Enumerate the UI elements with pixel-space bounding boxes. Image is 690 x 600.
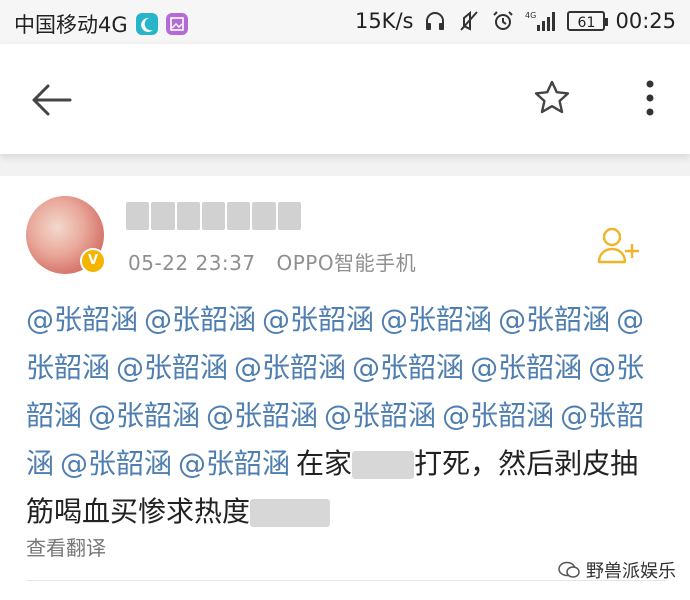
mention-link[interactable]: @张韶涵 — [116, 351, 228, 384]
mention-link[interactable]: @张韶涵 — [324, 399, 436, 432]
signal-label: 4G — [525, 11, 536, 20]
add-user-icon — [597, 227, 639, 264]
favorite-button[interactable] — [532, 78, 572, 118]
follow-button[interactable] — [596, 226, 640, 266]
watermark: 野兽派娱乐 — [558, 557, 676, 583]
redacted-text — [352, 451, 415, 479]
post-meta: 05-22 23:37 OPPO智能手机 — [128, 247, 416, 276]
moon-icon — [135, 13, 158, 35]
status-bar: 中国移动4G 15K/s 4G 61 00:25 — [0, 0, 690, 44]
mention-link[interactable]: @张韶涵 — [498, 303, 610, 336]
mention-link[interactable]: @张韶涵 — [60, 447, 172, 480]
redacted-text — [250, 499, 331, 527]
mention-link[interactable]: @张韶涵 — [352, 351, 464, 384]
more-vertical-icon — [646, 80, 654, 116]
verified-badge-icon: V — [80, 248, 106, 274]
carrier-label: 中国移动4G — [14, 13, 128, 37]
mention-link[interactable]: @张韶涵 — [470, 351, 582, 384]
more-options-button[interactable] — [640, 78, 660, 118]
network-speed: 15K/s — [354, 9, 414, 33]
gallery-icon — [165, 13, 188, 35]
mention-link[interactable]: @张韶涵 — [380, 303, 492, 336]
mention-link[interactable]: @张韶涵 — [88, 399, 200, 432]
alarm-icon — [491, 9, 515, 33]
headphones-icon — [423, 9, 447, 33]
back-button[interactable] — [28, 80, 76, 120]
mention-link[interactable]: @张韶涵 — [234, 351, 346, 384]
wechat-icon — [558, 561, 580, 578]
clock: 00:25 — [615, 9, 676, 33]
battery-indicator: 61 — [567, 11, 609, 31]
arrow-left-icon — [32, 84, 72, 116]
post-card: V 05-22 23:37 OPPO智能手机 @张韶涵 @张韶涵 @张韶涵 @张韶涵 @… — [0, 176, 690, 600]
mention-link[interactable]: @张韶涵 — [26, 303, 138, 336]
post-source: OPPO智能手机 — [276, 251, 417, 275]
mention-link[interactable]: @张韶涵 — [206, 399, 318, 432]
app-bar — [0, 44, 690, 154]
post-text-part1: 在家 — [296, 447, 353, 480]
mention-link[interactable]: @张韶涵 — [262, 303, 374, 336]
mention-link[interactable]: @张韶涵 — [442, 399, 554, 432]
post-content: @张韶涵 @张韶涵 @张韶涵 @张韶涵 @张韶涵 @张韶涵 @张韶涵 @张韶涵 @张韶涵 @张韶涵… — [26, 296, 666, 536]
translate-link[interactable]: 查看翻译 — [26, 532, 106, 561]
username-redacted[interactable] — [126, 202, 301, 230]
signal-icon: 4G — [525, 9, 557, 33]
post-timestamp: 05-22 23:37 — [128, 251, 256, 275]
mute-icon — [457, 9, 481, 33]
watermark-label: 野兽派娱乐 — [586, 561, 676, 582]
star-icon — [534, 80, 570, 114]
mention-link[interactable]: @张韶涵 — [144, 303, 256, 336]
mention-link[interactable]: @张韶涵 — [178, 447, 290, 480]
